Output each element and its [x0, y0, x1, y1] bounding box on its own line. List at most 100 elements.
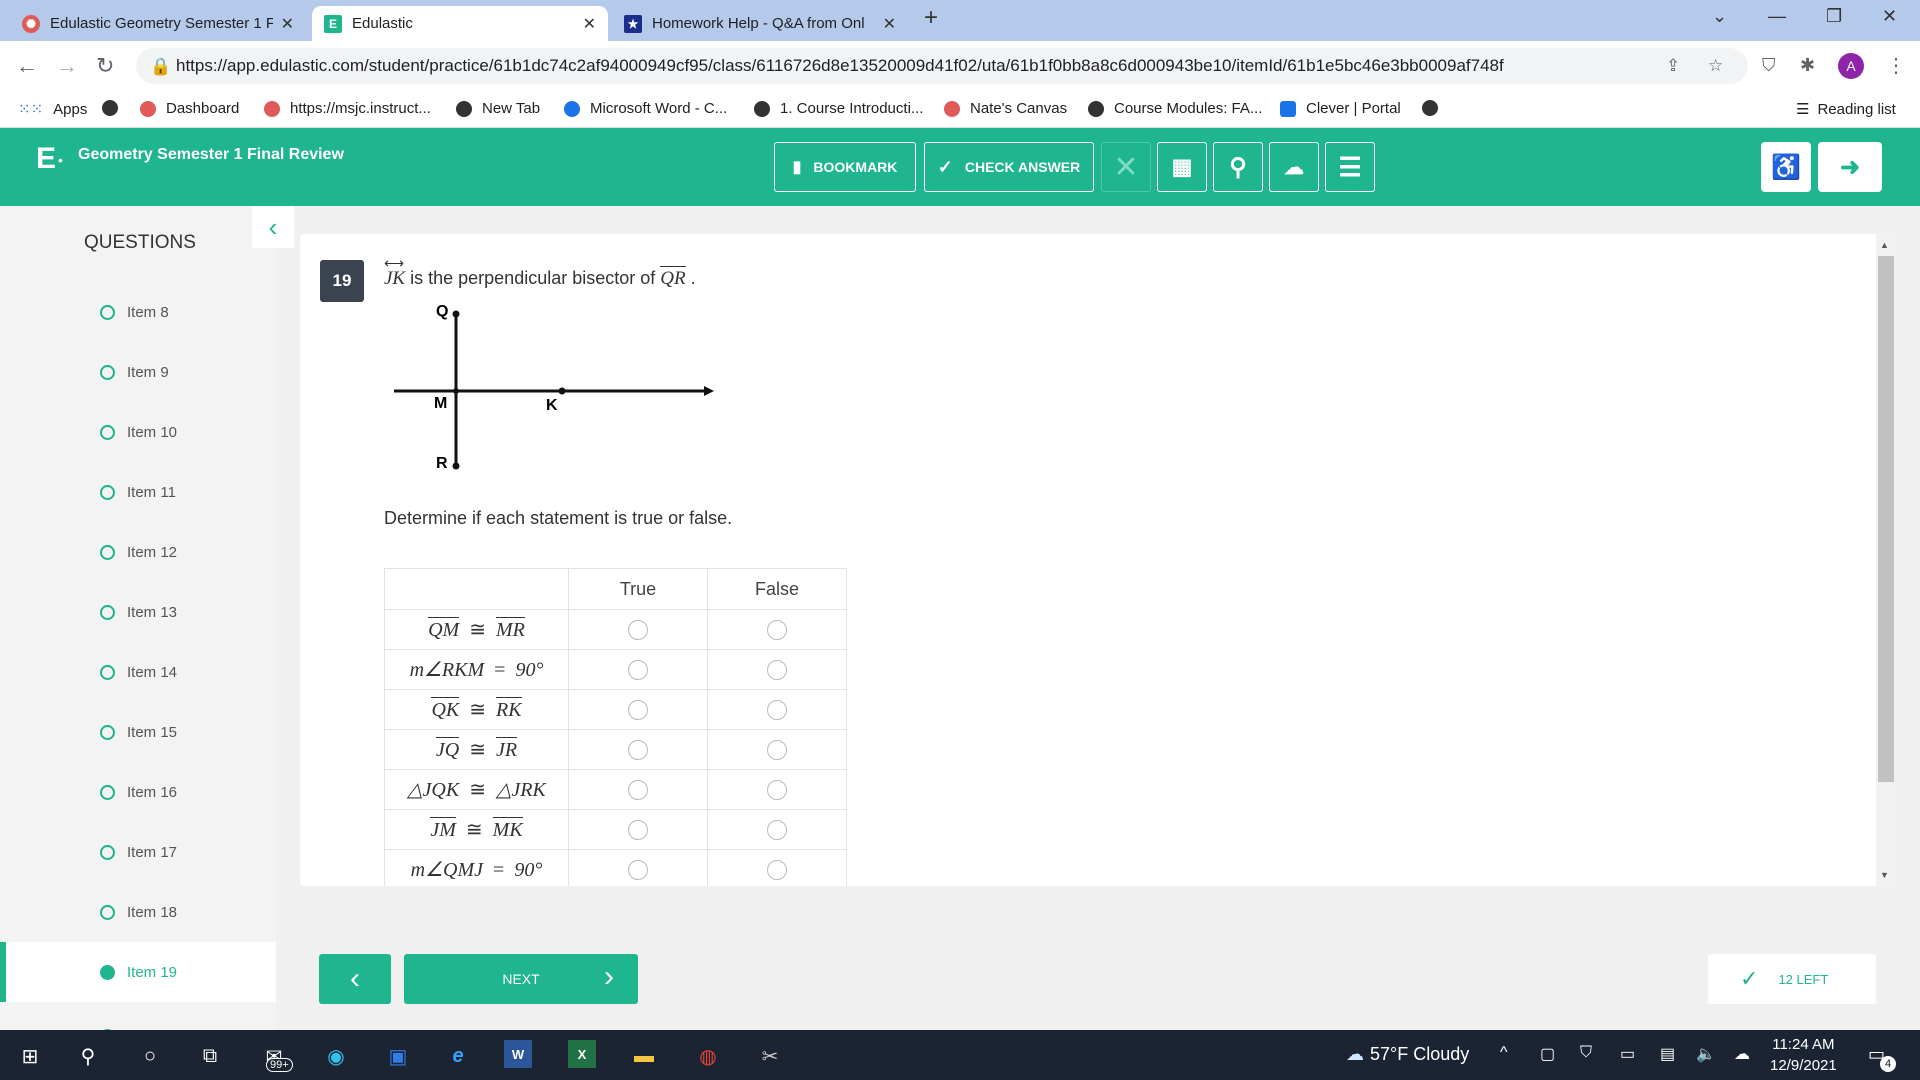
cortana-circle-icon[interactable]: ○	[134, 1040, 166, 1072]
lock-icon[interactable]: 🔒	[150, 57, 171, 77]
true-radio-button[interactable]	[628, 859, 648, 880]
snipping-tool-icon[interactable]: ✂	[754, 1040, 786, 1072]
false-radio-button[interactable]	[767, 659, 787, 680]
bookmark-new-tab[interactable]: New Tab	[456, 100, 540, 117]
question-item-20-partial[interactable]	[0, 1006, 276, 1030]
bookmark-globe-2[interactable]	[1422, 100, 1448, 116]
question-item-13[interactable]: Item 13	[0, 582, 276, 642]
task-view-icon[interactable]: ⧉	[194, 1040, 226, 1072]
back-arrow-icon[interactable]: ←	[16, 53, 38, 79]
check-answer-button[interactable]: ✓ CHECK ANSWER	[924, 142, 1094, 192]
forward-arrow-icon[interactable]: →	[56, 53, 78, 79]
bookmark-canvas[interactable]: Nate's Canvas	[944, 100, 1067, 117]
question-item-11[interactable]: Item 11	[0, 462, 276, 522]
shield-extension-icon[interactable]: ⛉	[1762, 55, 1776, 76]
bookmark-word[interactable]: Microsoft Word - C...	[564, 100, 727, 117]
address-bar[interactable]: 🔒 https://app.edulastic.com/student/prac…	[136, 48, 1748, 84]
globe-icon	[102, 100, 118, 116]
collapse-sidebar-button[interactable]: ‹	[252, 206, 294, 248]
reading-list-button[interactable]: ☰ Reading list	[1796, 100, 1896, 119]
search-icon[interactable]: ⚲	[72, 1040, 104, 1072]
false-radio-button[interactable]	[767, 859, 787, 880]
bookmark-dashboard[interactable]: Dashboard	[140, 100, 239, 117]
onedrive-icon[interactable]: ☁	[1734, 1044, 1750, 1064]
true-radio-button[interactable]	[628, 779, 648, 800]
volume-icon[interactable]: 🔈	[1696, 1044, 1716, 1064]
extensions-puzzle-icon[interactable]: ✱	[1800, 55, 1815, 76]
question-item-15[interactable]: Item 15	[0, 702, 276, 762]
question-item-14[interactable]: Item 14	[0, 642, 276, 702]
false-radio-button[interactable]	[767, 619, 787, 640]
true-radio-button[interactable]	[628, 659, 648, 680]
point-q	[452, 310, 460, 318]
system-clock[interactable]: 11:24 AM 12/9/2021	[1770, 1034, 1837, 1076]
crossout-button[interactable]: ✕	[1101, 142, 1151, 192]
battery-icon[interactable]: ▭	[1620, 1044, 1635, 1064]
tab-edulastic[interactable]: E Edulastic ✕	[312, 6, 608, 41]
share-icon[interactable]: ⇪	[1666, 56, 1680, 76]
close-window-icon[interactable]: ✕	[1882, 6, 1897, 27]
menu-button[interactable]: ☰	[1325, 142, 1375, 192]
edge-browser-icon[interactable]: ◉	[320, 1040, 352, 1072]
chrome-icon[interactable]: ◍	[692, 1040, 724, 1072]
exit-button[interactable]: ➜	[1818, 142, 1882, 192]
scrollbar-thumb[interactable]	[1878, 256, 1894, 782]
true-radio-button[interactable]	[628, 739, 648, 760]
scroll-up-icon[interactable]: ▲	[1880, 240, 1889, 250]
bookmark-button[interactable]: ▮ BOOKMARK	[774, 142, 916, 192]
false-radio-button[interactable]	[767, 699, 787, 720]
true-radio-button[interactable]	[628, 619, 648, 640]
next-button[interactable]: NEXT ›	[404, 954, 638, 1004]
bookmark-clever[interactable]: Clever | Portal	[1280, 100, 1401, 117]
question-item-17[interactable]: Item 17	[0, 822, 276, 882]
question-item-10[interactable]: Item 10	[0, 402, 276, 462]
true-radio-button[interactable]	[628, 819, 648, 840]
close-tab-icon[interactable]: ✕	[583, 14, 596, 34]
weather-widget[interactable]: ☁ 57°F Cloudy	[1346, 1044, 1469, 1065]
question-item-19[interactable]: Item 19	[0, 942, 276, 1002]
calculator-button[interactable]: ▦	[1157, 142, 1207, 192]
accessibility-button[interactable]: ♿	[1761, 142, 1811, 192]
bookmark-star-icon[interactable]: ☆	[1708, 56, 1723, 76]
reload-icon[interactable]: ↻	[96, 53, 114, 79]
false-radio-button[interactable]	[767, 779, 787, 800]
security-icon[interactable]: ⛉	[1580, 1044, 1592, 1062]
zoom-button[interactable]: ⚲	[1213, 142, 1263, 192]
tab-homework-help[interactable]: ★ Homework Help - Q&A from Onl ✕	[612, 6, 908, 41]
false-radio-button[interactable]	[767, 739, 787, 760]
tab-edulastic-geometry[interactable]: ✺ Edulastic Geometry Semester 1 F ✕	[10, 6, 306, 41]
close-tab-icon[interactable]: ✕	[281, 14, 294, 34]
tray-chevron-up-icon[interactable]: ^	[1500, 1044, 1508, 1062]
question-item-9[interactable]: Item 9	[0, 342, 276, 402]
upload-button[interactable]: ☁	[1269, 142, 1319, 192]
minimize-icon[interactable]: —	[1768, 6, 1786, 27]
internet-explorer-icon[interactable]: e	[442, 1040, 474, 1072]
true-radio-button[interactable]	[628, 699, 648, 720]
restore-icon[interactable]: ❐	[1826, 6, 1842, 27]
close-tab-icon[interactable]: ✕	[883, 14, 896, 34]
question-item-12[interactable]: Item 12	[0, 522, 276, 582]
bookmark-course-modules[interactable]: Course Modules: FA...	[1088, 100, 1262, 117]
outlook-icon[interactable]: ▣	[382, 1040, 414, 1072]
profile-avatar[interactable]: A	[1838, 53, 1864, 79]
more-menu-icon[interactable]: ⋮	[1886, 53, 1906, 78]
bookmark-course-intro[interactable]: 1. Course Introducti...	[754, 100, 923, 117]
windows-start-icon[interactable]: ⊞	[14, 1040, 46, 1072]
edulastic-logo[interactable]: E	[36, 142, 56, 176]
question-item-16[interactable]: Item 16	[0, 762, 276, 822]
question-item-8[interactable]: Item 8	[0, 282, 276, 342]
tab-search-chevron-icon[interactable]: ⌄	[1712, 6, 1727, 27]
bookmark-apps[interactable]: ⁙⁙ Apps	[18, 100, 87, 119]
file-explorer-icon[interactable]: ▬	[628, 1040, 660, 1072]
previous-button[interactable]: ‹	[319, 954, 391, 1004]
word-icon[interactable]: W	[504, 1040, 532, 1068]
question-item-18[interactable]: Item 18	[0, 882, 276, 942]
bookmark-globe[interactable]	[102, 100, 128, 116]
false-radio-button[interactable]	[767, 819, 787, 840]
network-icon[interactable]: ▤	[1660, 1044, 1675, 1064]
new-tab-button[interactable]: +	[924, 4, 938, 32]
bookmark-msjc[interactable]: https://msjc.instruct...	[264, 100, 431, 117]
meet-icon[interactable]: ▢	[1540, 1044, 1555, 1064]
excel-icon[interactable]: X	[568, 1040, 596, 1068]
scroll-down-icon[interactable]: ▼	[1880, 870, 1889, 880]
